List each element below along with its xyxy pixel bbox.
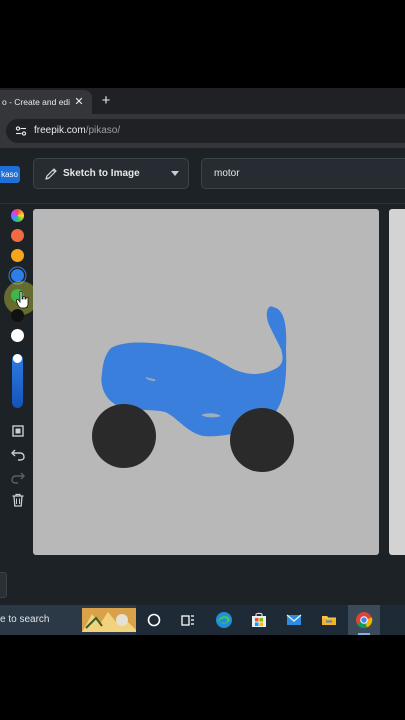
windows-taskbar: e to search: [0, 605, 405, 635]
prompt-input[interactable]: motor: [201, 158, 405, 189]
pen-icon: [45, 168, 57, 180]
panel-toggle[interactable]: [0, 572, 7, 598]
store-icon[interactable]: [250, 611, 268, 629]
url-text: freepik.com/pikaso/: [34, 125, 121, 136]
sketch-front-wheel: [230, 408, 294, 472]
swatch-yellow[interactable]: [11, 249, 24, 262]
redo-icon[interactable]: [10, 469, 26, 485]
address-bar[interactable]: freepik.com/pikaso/: [6, 119, 405, 143]
result-panel: [389, 209, 405, 555]
task-view-icon[interactable]: [179, 611, 197, 629]
cortana-circle-icon[interactable]: [145, 611, 163, 629]
tab-close-icon[interactable]: ✕: [71, 90, 87, 114]
undo-icon[interactable]: [10, 446, 26, 462]
taskbar-search-text: e to search: [0, 614, 50, 625]
square-tool-icon[interactable]: [10, 423, 26, 439]
color-wheel-swatch[interactable]: [11, 209, 24, 222]
taskbar-search[interactable]: e to search: [0, 605, 136, 635]
active-app-indicator: [358, 633, 370, 635]
browser-toolbar: freepik.com/pikaso/: [0, 114, 405, 148]
mode-label: Sketch to Image: [63, 168, 140, 179]
search-highlight-illustration: [82, 608, 136, 632]
sketch-drawing: [92, 306, 294, 472]
swatch-orange[interactable]: [11, 229, 24, 242]
trash-icon[interactable]: [10, 492, 26, 508]
file-explorer-icon[interactable]: [320, 611, 338, 629]
edge-icon[interactable]: [215, 611, 233, 629]
app-header: kaso Sketch to Image motor: [0, 148, 405, 204]
brand-pill[interactable]: kaso: [0, 166, 20, 183]
prompt-value: motor: [214, 168, 240, 179]
tab-title: o - Create and edi: [2, 97, 71, 107]
browser-tab[interactable]: o - Create and edi ✕: [0, 90, 92, 114]
brush-size-handle[interactable]: [13, 354, 22, 363]
mail-icon[interactable]: [285, 611, 303, 629]
sketch-canvas[interactable]: [33, 209, 379, 555]
swatch-black[interactable]: [11, 309, 24, 322]
mouse-pointer-icon: [16, 291, 29, 309]
site-settings-icon[interactable]: [15, 125, 27, 137]
chevron-down-icon: [171, 171, 179, 176]
screen-recording-frame: o - Create and edi ✕ + freepik.com/pikas…: [0, 88, 405, 635]
new-tab-icon[interactable]: +: [97, 90, 115, 112]
swatch-white[interactable]: [11, 329, 24, 342]
mode-dropdown[interactable]: Sketch to Image: [33, 158, 189, 189]
sketch-rear-wheel: [92, 404, 156, 468]
browser-tab-strip: o - Create and edi ✕ +: [0, 88, 405, 114]
chrome-icon[interactable]: [355, 611, 373, 629]
